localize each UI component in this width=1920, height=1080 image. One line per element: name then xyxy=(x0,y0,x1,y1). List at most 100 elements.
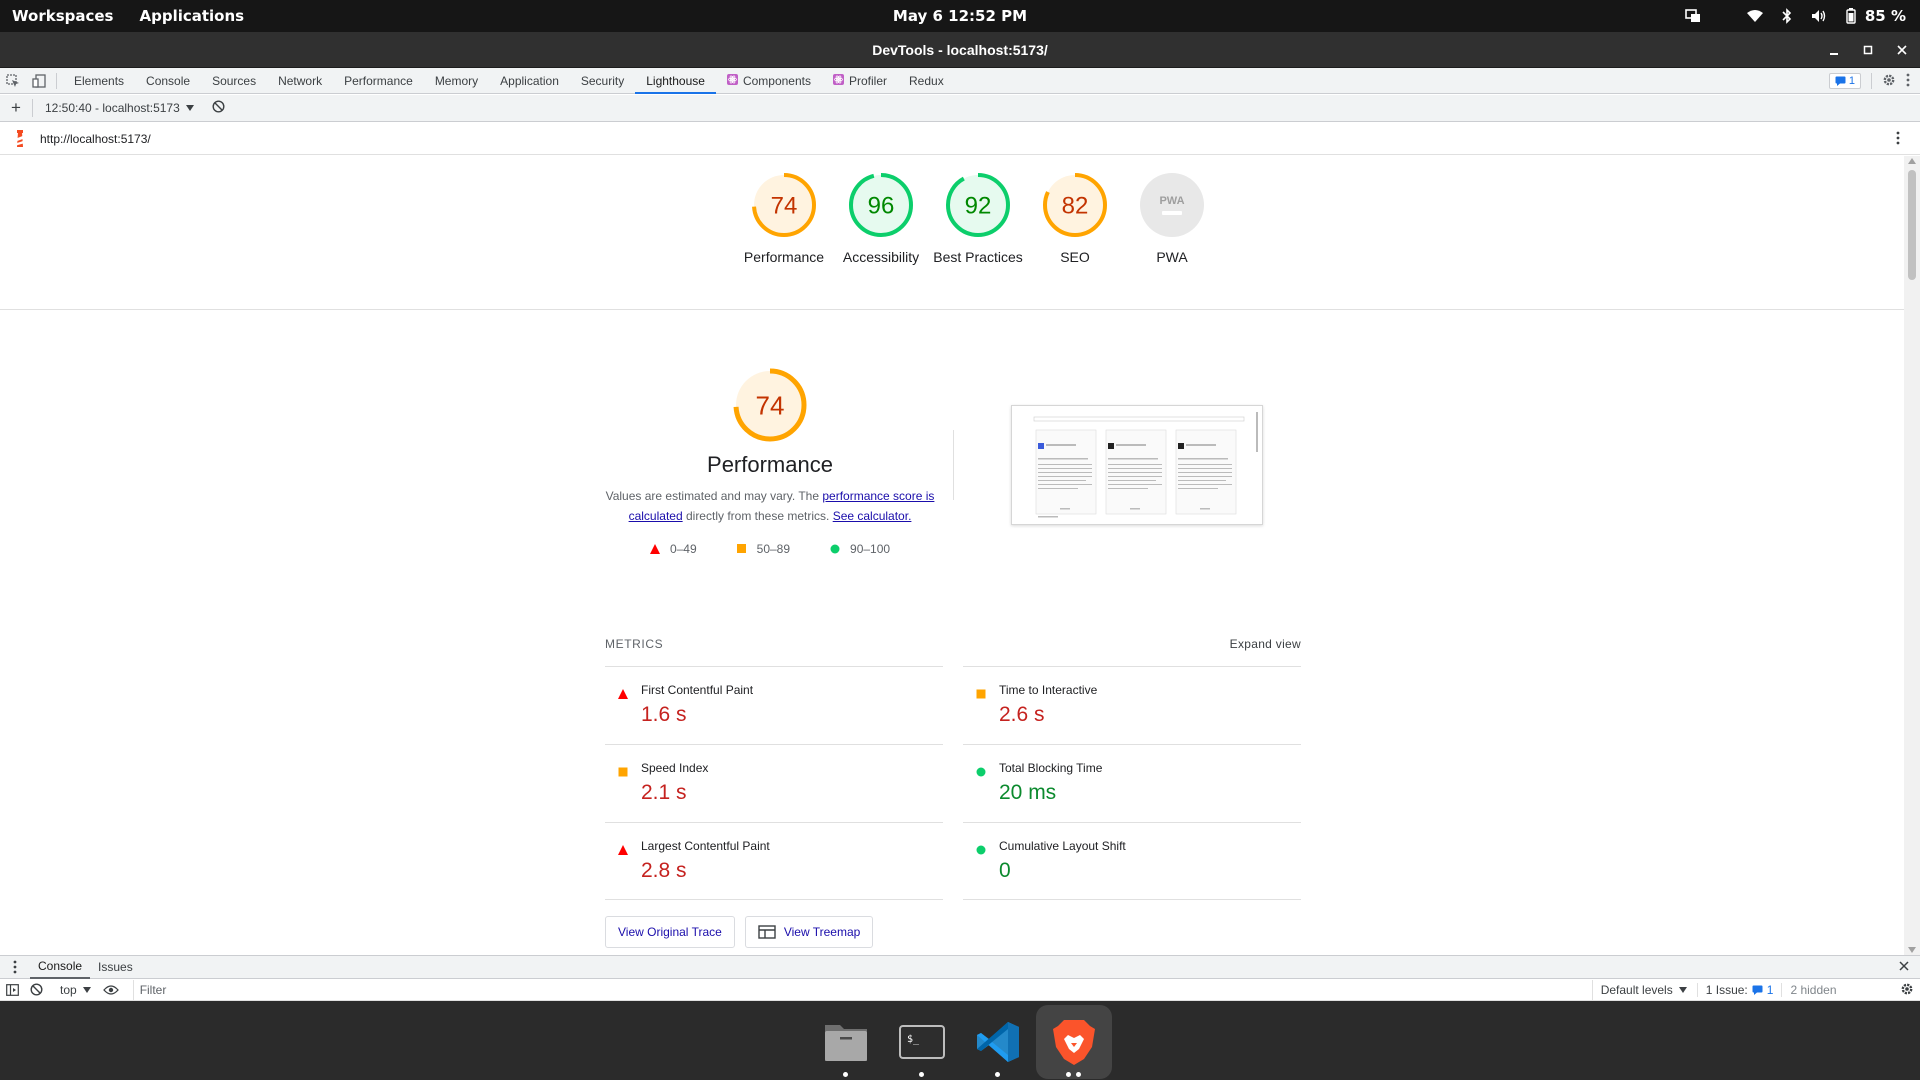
report-selector-label: 12:50:40 - localhost:5173 xyxy=(45,101,180,115)
tab-redux[interactable]: Redux xyxy=(898,68,955,94)
terminal-icon[interactable]: $_ xyxy=(884,1005,960,1079)
gauge-accessibility[interactable]: 96 Accessibility xyxy=(833,156,930,309)
report-scrollbar[interactable] xyxy=(1904,156,1920,955)
live-expression-eye-icon[interactable] xyxy=(99,979,123,1001)
treemap-icon xyxy=(758,925,776,939)
battery-icon[interactable] xyxy=(1843,8,1859,24)
report-selector[interactable]: 12:50:40 - localhost:5173 xyxy=(45,101,194,115)
brave-icon[interactable] xyxy=(1036,1005,1112,1079)
window-title-bar: DevTools - localhost:5173/ xyxy=(0,32,1920,68)
drawer-tab-console[interactable]: Console xyxy=(30,955,91,979)
console-toolbar: top Filter Default levels 1 Issue: 1 2 h… xyxy=(0,979,1920,1001)
log-levels-dropdown[interactable]: Default levels xyxy=(1601,983,1697,997)
report-buttons: View Original Trace View Treemap xyxy=(605,916,874,948)
pass-rating-icon xyxy=(976,842,986,860)
tab-components[interactable]: Components xyxy=(716,68,822,94)
drawer-tab-issues[interactable]: Issues xyxy=(90,955,141,979)
more-options-icon[interactable] xyxy=(1906,73,1910,90)
tab-lighthouse[interactable]: Lighthouse xyxy=(635,68,716,94)
report-menu-icon[interactable] xyxy=(1896,131,1900,148)
window-title: DevTools - localhost:5173/ xyxy=(872,42,1048,58)
performance-big-gauge[interactable]: 74 xyxy=(590,368,950,442)
close-drawer-icon[interactable] xyxy=(1898,960,1910,975)
console-filter-input[interactable]: Filter xyxy=(132,979,1593,1000)
average-rating-icon xyxy=(976,686,986,704)
report-url-bar: http://localhost:5173/ xyxy=(0,123,1920,155)
clock[interactable]: May 6 12:52 PM xyxy=(893,7,1027,25)
final-screenshot-thumbnail[interactable] xyxy=(1011,405,1263,525)
new-report-button[interactable]: + xyxy=(0,98,32,118)
view-original-trace-button[interactable]: View Original Trace xyxy=(605,916,735,948)
wifi-icon[interactable] xyxy=(1746,8,1763,24)
bluetooth-icon[interactable] xyxy=(1779,8,1795,24)
pass-circle-icon xyxy=(830,544,840,554)
see-calculator-link[interactable]: See calculator. xyxy=(833,509,912,523)
performance-title: Performance xyxy=(707,452,833,477)
tab-sources[interactable]: Sources xyxy=(201,68,267,94)
minimize-icon[interactable] xyxy=(1826,42,1842,58)
gauge-best-practices[interactable]: 92 Best Practices xyxy=(930,156,1027,309)
view-treemap-button[interactable]: View Treemap xyxy=(744,916,874,948)
metric-name: Cumulative Layout Shift xyxy=(999,839,1126,853)
volume-icon[interactable] xyxy=(1811,8,1827,24)
drawer-menu-icon[interactable] xyxy=(0,960,30,974)
gauge-label: Performance xyxy=(743,249,825,265)
expand-view-toggle[interactable]: Expand view xyxy=(1230,637,1301,651)
tab-label: Performance xyxy=(344,73,413,88)
hidden-count: 2 hidden xyxy=(1790,982,1837,997)
tab-label: Redux xyxy=(909,73,944,88)
inspect-element-icon[interactable] xyxy=(0,68,26,94)
gauge-label: Best Practices xyxy=(933,249,1023,265)
system-top-bar: Workspaces Applications May 6 12:52 PM 8… xyxy=(0,0,1920,32)
report-url[interactable]: http://localhost:5173/ xyxy=(40,132,151,146)
tab-profiler[interactable]: Profiler xyxy=(822,68,898,94)
tab-network[interactable]: Network xyxy=(267,68,333,94)
metric-first-contentful-paint: First Contentful Paint 1.6 s xyxy=(605,666,943,744)
tab-label: Profiler xyxy=(849,73,888,88)
tab-memory[interactable]: Memory xyxy=(424,68,489,94)
tab-elements[interactable]: Elements xyxy=(63,68,135,94)
tab-label: Memory xyxy=(434,73,479,88)
metric-cumulative-layout-shift: Cumulative Layout Shift 0 xyxy=(963,822,1301,900)
issues-counter-button[interactable]: 1 xyxy=(1828,73,1861,89)
gauge-seo[interactable]: 82 SEO xyxy=(1027,156,1124,309)
lighthouse-toolbar: + 12:50:40 - localhost:5173 xyxy=(0,95,1920,122)
metric-name: Time to Interactive xyxy=(999,683,1098,697)
svg-text:$_: $_ xyxy=(907,1034,920,1045)
tab-console[interactable]: Console xyxy=(135,68,201,94)
fail-triangle-icon xyxy=(649,544,660,554)
gauge-pwa[interactable]: PWA PWA xyxy=(1124,156,1221,309)
console-issues-button[interactable]: 1 Issue: 1 xyxy=(1696,982,1783,997)
drawer-tab-bar: Console Issues xyxy=(0,955,1920,979)
metric-name: First Contentful Paint xyxy=(641,683,754,697)
metric-name: Total Blocking Time xyxy=(999,761,1103,775)
clear-reports-icon[interactable] xyxy=(212,100,225,116)
screen-share-icon[interactable] xyxy=(1685,8,1701,24)
context-selector[interactable]: top xyxy=(52,983,99,997)
tab-label: Security xyxy=(580,73,625,88)
metric-name: Speed Index xyxy=(641,761,709,775)
gauge-score: 96 xyxy=(868,193,895,220)
tab-application[interactable]: Application xyxy=(489,68,570,94)
settings-gear-icon[interactable] xyxy=(1882,73,1896,90)
view-treemap-label: View Treemap xyxy=(783,925,861,939)
workspaces-menu[interactable]: Workspaces xyxy=(12,7,113,25)
clear-console-icon[interactable] xyxy=(24,979,48,1001)
tab-performance[interactable]: Performance xyxy=(333,68,424,94)
files-icon[interactable] xyxy=(808,1005,884,1079)
gauge-performance[interactable]: 74 Performance xyxy=(736,156,833,309)
lighthouse-logo-icon xyxy=(0,129,40,148)
console-settings-gear-icon[interactable] xyxy=(1900,982,1914,999)
tab-security[interactable]: Security xyxy=(570,68,635,94)
close-icon[interactable] xyxy=(1894,42,1910,58)
applications-menu[interactable]: Applications xyxy=(139,7,244,25)
metric-name: Largest Contentful Paint xyxy=(641,839,770,853)
vscode-icon[interactable] xyxy=(960,1005,1036,1079)
scrollbar-thumb[interactable] xyxy=(1908,170,1916,280)
battery-percent: 85 % xyxy=(1864,7,1906,25)
maximize-icon[interactable] xyxy=(1860,42,1876,58)
sidebar-toggle-icon[interactable] xyxy=(0,979,24,1001)
legend-fail: 0–49 xyxy=(649,542,697,556)
average-square-icon xyxy=(618,767,628,777)
device-toolbar-icon[interactable] xyxy=(26,68,52,94)
